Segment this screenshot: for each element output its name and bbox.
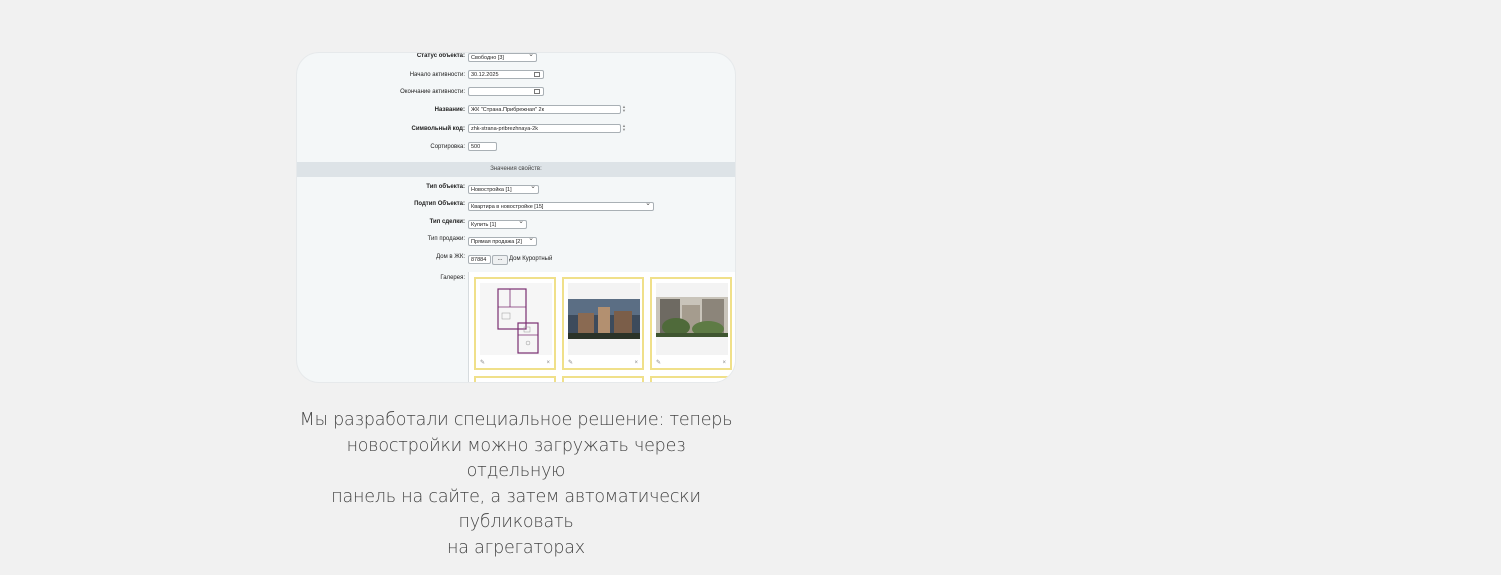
gallery: ✎ × ✎ × ✎ × [468,272,735,382]
building-photo [568,283,640,355]
caption-line: новостройки можно загружать через отдель… [346,435,686,482]
calendar-icon[interactable] [534,72,540,77]
deal-select[interactable]: Купить [1] [468,220,527,229]
admin-form: Статус объекта: Свободно [3] Начало акти… [297,53,735,382]
edit-icon[interactable]: ✎ [480,359,485,366]
gallery-item[interactable] [474,376,556,382]
type-select[interactable]: Новостройка [1] [468,185,539,194]
house-picker-button[interactable]: ... [492,255,508,265]
name-field[interactable]: ЖК "Страна.Прибрежная" 2к [468,105,621,114]
status-select[interactable]: Свободно [3] [468,53,537,62]
caption-line: Мы разработали специальное решение: тепе… [299,410,733,430]
active-from-label: Начало активности: [409,72,465,78]
caption-line: панель на сайте, а затем автоматически п… [331,486,701,533]
gallery-item[interactable]: ✎ × [562,277,644,370]
screenshot-card: Статус объекта: Свободно [3] Начало акти… [297,53,735,382]
spin-icon[interactable]: ▲ ▼ [622,105,626,113]
type-label: Тип объекта: [426,184,465,190]
sort-label: Сортировка: [430,144,465,150]
house-label: Дом в ЖК: [436,254,465,260]
active-from-value: 30.12.2025 [471,72,499,78]
name-label: Название: [434,107,465,113]
section-header: Значения свойств: [297,162,735,177]
status-label: Статус объекта: [416,53,465,59]
code-field[interactable]: zhk-strana-pribrezhnaya-2k [468,124,621,133]
gallery-label: Галерея: [440,275,465,281]
delete-icon[interactable]: × [546,360,550,366]
gallery-item[interactable]: ✎ × [650,277,732,370]
delete-icon[interactable]: × [634,360,638,366]
edit-icon[interactable]: ✎ [568,359,573,366]
subtype-select[interactable]: Квартира в новостройке [15] [468,202,654,211]
caption-line: на агрегаторах [447,537,585,558]
delete-icon[interactable]: × [722,360,726,366]
sale-select[interactable]: Прямая продажа [2] [468,237,537,246]
gallery-item[interactable]: ✎ × [474,277,556,370]
sale-label: Тип продажи: [427,236,465,242]
subtype-label: Подтип Объекта: [414,201,465,207]
spin-icon[interactable]: ▲ ▼ [622,124,626,132]
active-to-label: Окончание активности: [400,89,465,95]
caption-text: Мы разработали специальное решение: тепе… [297,408,735,561]
active-from-field[interactable]: 30.12.2025 [468,70,544,79]
sort-field[interactable]: 500 [468,142,497,151]
active-to-field[interactable] [468,87,544,96]
courtyard-photo [656,283,728,355]
edit-icon[interactable]: ✎ [656,359,661,366]
calendar-icon[interactable] [534,89,540,94]
code-label: Символьный код: [411,126,465,132]
house-field[interactable]: 87884 [468,255,491,264]
gallery-item[interactable] [562,376,644,382]
gallery-item[interactable] [650,376,732,382]
house-name: Дом Курортный [509,256,553,262]
deal-label: Тип сделки: [429,219,465,225]
floor-plan-image [480,283,552,355]
